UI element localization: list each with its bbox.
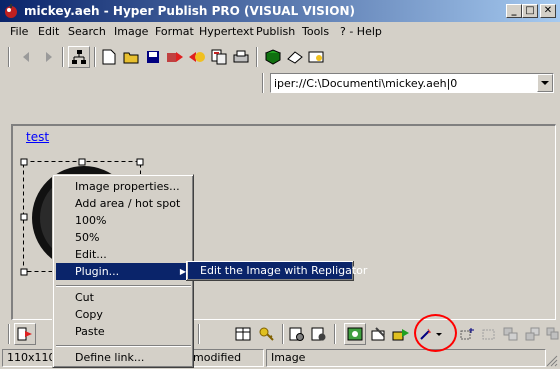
toolbar-grip — [262, 73, 264, 93]
export-icon[interactable] — [164, 46, 186, 68]
open-folder-icon[interactable] — [120, 46, 142, 68]
toolbar-separator — [198, 324, 200, 344]
save-icon[interactable] — [142, 46, 164, 68]
key-icon[interactable] — [256, 323, 278, 345]
highlight-circle — [414, 314, 457, 352]
table-icon[interactable] — [232, 323, 254, 345]
status-type: Image — [266, 349, 546, 367]
toolbar-separator — [334, 324, 336, 344]
menu-file[interactable]: File — [10, 25, 28, 38]
window-title: mickey.aeh - Hyper Publish PRO (VISUAL V… — [24, 4, 355, 18]
arrange-icon[interactable] — [542, 323, 560, 345]
toolbar-grip — [8, 324, 10, 344]
new-file-icon[interactable] — [98, 46, 120, 68]
menu-item-define-link[interactable]: Define link... — [56, 349, 192, 366]
exit-edit-icon[interactable] — [14, 323, 36, 345]
toolbar-separator — [282, 324, 284, 344]
maximize-button[interactable]: □ — [522, 4, 538, 18]
menu-image[interactable]: Image — [114, 25, 148, 38]
add-area-icon[interactable] — [456, 323, 478, 345]
toolbar-separator — [94, 47, 96, 67]
settings-page-icon[interactable] — [286, 323, 308, 345]
menu-item-paste[interactable]: Paste — [56, 323, 192, 340]
certificate-icon[interactable] — [306, 46, 328, 68]
close-button[interactable]: ✕ — [540, 4, 556, 18]
menu-publish[interactable]: Publish — [256, 25, 295, 38]
arrange-front-icon[interactable] — [500, 323, 522, 345]
forward-icon[interactable] — [38, 46, 60, 68]
menu-separator — [56, 285, 191, 287]
menu-item-zoom-100[interactable]: 100% — [56, 212, 192, 229]
toolbar-separator — [256, 47, 258, 67]
print-icon[interactable] — [230, 46, 252, 68]
menu-item-copy[interactable]: Copy — [56, 306, 192, 323]
menu-hypertext[interactable]: Hypertext — [199, 25, 254, 38]
menu-search[interactable]: Search — [68, 25, 106, 38]
hyperlink-test[interactable]: test — [26, 130, 49, 144]
chevron-down-icon — [541, 81, 549, 85]
status-size: 110x110 — [2, 349, 54, 367]
menu-item-image-properties[interactable]: Image properties... — [56, 178, 192, 195]
app-icon[interactable] — [3, 3, 19, 19]
menu-separator — [56, 345, 191, 347]
menu-bar: File Edit Search Image Format Hypertext … — [0, 22, 560, 42]
menu-item-zoom-50[interactable]: 50% — [56, 229, 192, 246]
sitemap-icon[interactable] — [68, 46, 90, 68]
url-input[interactable]: iper://C:\Documenti\mickey.aeh|0 — [274, 77, 457, 90]
menu-item-plugin-label: Plugin... — [75, 265, 120, 278]
toolbar-grip — [8, 47, 10, 67]
resize-grip-icon[interactable] — [546, 355, 558, 367]
plugin-submenu: Edit the Image with Repligator — [186, 261, 367, 281]
menu-help[interactable]: ? - Help — [340, 25, 382, 38]
image-tools-icon[interactable] — [368, 323, 390, 345]
eraser-icon[interactable] — [284, 46, 306, 68]
toolbar-separator — [62, 47, 64, 67]
status-modified: modified — [188, 349, 264, 367]
url-combo[interactable]: iper://C:\Documenti\mickey.aeh|0 — [270, 73, 554, 93]
arrange-back-icon[interactable] — [522, 323, 544, 345]
edit-page-icon[interactable] — [308, 323, 330, 345]
insert-image-icon[interactable] — [344, 323, 366, 345]
menu-format[interactable]: Format — [155, 25, 194, 38]
menu-item-add-area[interactable]: Add area / hot spot — [56, 195, 192, 212]
title-bar: mickey.aeh - Hyper Publish PRO (VISUAL V… — [0, 0, 560, 22]
back-icon[interactable] — [15, 46, 37, 68]
copy-page-icon[interactable] — [208, 46, 230, 68]
menu-edit[interactable]: Edit — [38, 25, 59, 38]
minimize-button[interactable]: _ — [506, 4, 522, 18]
menu-item-edit-with-repligator[interactable]: Edit the Image with Repligator — [188, 262, 367, 279]
import-icon[interactable] — [186, 46, 208, 68]
main-toolbar — [0, 43, 560, 71]
area-select-icon[interactable] — [478, 323, 500, 345]
menu-item-cut[interactable]: Cut — [56, 289, 192, 306]
image-export-icon[interactable] — [390, 323, 412, 345]
menu-item-edit[interactable]: Edit... — [56, 246, 192, 263]
book-icon[interactable] — [262, 46, 284, 68]
menu-tools[interactable]: Tools — [302, 25, 329, 38]
menu-item-plugin[interactable]: Plugin... ▶ — [56, 263, 192, 280]
context-menu: Image properties... Add area / hot spot … — [52, 174, 194, 368]
url-dropdown-button[interactable] — [537, 74, 553, 92]
